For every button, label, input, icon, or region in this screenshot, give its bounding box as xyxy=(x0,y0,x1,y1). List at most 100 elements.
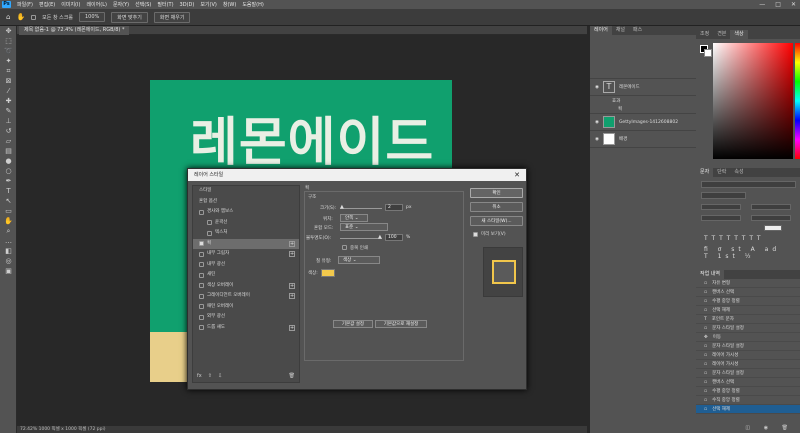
screen-mode-icon[interactable]: ▣ xyxy=(0,266,17,276)
history-item[interactable]: ▫ 문자 스타일 설정 xyxy=(696,369,800,378)
preview-toggle[interactable]: 미리 보기(V) xyxy=(473,231,506,237)
quick-mask-icon[interactable]: ◎ xyxy=(0,256,17,266)
menu-3d[interactable]: 3D(D) xyxy=(177,2,198,8)
crop-tool-icon[interactable]: ⌗ xyxy=(0,66,17,76)
menu-filter[interactable]: 필터(T) xyxy=(154,1,176,8)
hand-icon[interactable]: ✋ xyxy=(0,216,17,226)
hand-tool-icon[interactable]: ✋ xyxy=(16,13,25,21)
opacity-input[interactable]: 100 xyxy=(385,234,403,241)
blur-tool-icon[interactable]: ● xyxy=(0,156,17,166)
style-checkbox-checked[interactable] xyxy=(199,241,204,247)
foreground-color-icon[interactable]: ◧ xyxy=(0,246,17,256)
fit-screen-button[interactable]: 화면 맞추기 xyxy=(111,11,148,23)
blending-options-item[interactable]: 혼합 옵션 xyxy=(193,197,299,208)
hue-slider[interactable] xyxy=(795,43,800,159)
tab-properties[interactable]: 속성 xyxy=(730,168,747,177)
style-texture[interactable]: 텍스처 xyxy=(193,228,299,239)
tab-paragraph[interactable]: 단락 xyxy=(713,168,730,177)
style-outer-glow[interactable]: 외부 광선 xyxy=(193,312,299,323)
dodge-tool-icon[interactable]: ○ xyxy=(0,166,17,176)
kerning-field[interactable] xyxy=(701,215,741,221)
fill-type-dropdown[interactable]: 색상 ⌄ xyxy=(338,256,380,264)
add-style-icon[interactable]: + xyxy=(289,251,295,258)
eyedropper-icon[interactable]: ⁄ xyxy=(0,86,17,96)
tab-adjustments[interactable]: 조정 xyxy=(696,30,713,39)
move-tool-icon[interactable]: ✥ xyxy=(0,26,17,36)
magic-wand-icon[interactable]: ✦ xyxy=(0,56,17,66)
menu-window[interactable]: 창(W) xyxy=(220,1,239,8)
gradient-tool-icon[interactable]: ▤ xyxy=(0,146,17,156)
minimize-icon[interactable]: — xyxy=(759,0,765,9)
color-picker-field[interactable] xyxy=(713,43,793,159)
menu-type[interactable]: 문자(Y) xyxy=(110,1,132,8)
style-pattern-overlay[interactable]: 패턴 오버레이 xyxy=(193,302,299,313)
history-item-current[interactable]: ▫ 선택 해제 xyxy=(696,405,800,414)
preview-checkbox[interactable] xyxy=(473,231,478,237)
stamp-tool-icon[interactable]: ⊥ xyxy=(0,116,17,126)
tab-color[interactable]: 색상 xyxy=(730,30,748,39)
type-tool-icon[interactable]: T xyxy=(0,186,17,196)
font-size-field[interactable] xyxy=(701,204,741,210)
healing-brush-icon[interactable]: ✚ xyxy=(0,96,17,106)
position-dropdown[interactable]: 안쪽 ⌄ xyxy=(340,214,368,222)
style-checkbox[interactable] xyxy=(199,293,204,299)
cancel-button[interactable]: 취소 xyxy=(470,202,523,212)
menu-layer[interactable]: 레이어(L) xyxy=(83,1,110,8)
style-inner-shadow[interactable]: 내부 그림자 + xyxy=(193,249,299,260)
style-inner-glow[interactable]: 내부 광선 xyxy=(193,260,299,271)
menu-view[interactable]: 보기(V) xyxy=(197,1,220,8)
close-icon[interactable]: ✕ xyxy=(791,0,796,9)
style-contour[interactable]: 윤곽선 xyxy=(193,218,299,229)
tab-character[interactable]: 문자 xyxy=(696,168,714,177)
history-item[interactable]: ▫ 캔버스 선택 xyxy=(696,378,800,387)
menu-file[interactable]: 파일(F) xyxy=(14,1,36,8)
dialog-close-icon[interactable]: ✕ xyxy=(514,169,520,181)
style-checkbox[interactable] xyxy=(199,325,204,331)
history-item[interactable]: ▫ 레이어 가시성 xyxy=(696,360,800,369)
add-style-icon[interactable]: + xyxy=(289,282,295,289)
move-up-icon[interactable]: ⇧ xyxy=(208,373,212,379)
add-style-icon[interactable]: + xyxy=(289,293,295,300)
add-style-icon[interactable]: + xyxy=(289,240,295,247)
lasso-tool-icon[interactable]: ➰ xyxy=(0,46,17,56)
text-color-swatch[interactable] xyxy=(764,225,782,231)
style-drop-shadow[interactable]: 드롭 섀도 + xyxy=(193,323,299,334)
scroll-all-checkbox[interactable] xyxy=(31,14,37,20)
menu-select[interactable]: 선택(S) xyxy=(132,1,154,8)
history-item[interactable]: ▫ 수평 중앙 정렬 xyxy=(696,387,800,396)
history-item[interactable]: ▫ 수직 중앙 정렬 xyxy=(696,396,800,405)
home-icon[interactable]: ⌂ xyxy=(6,13,10,21)
leading-field[interactable] xyxy=(751,204,791,210)
fx-icon[interactable]: fx xyxy=(197,373,202,379)
zoom-tool-icon[interactable]: ⌕ xyxy=(0,226,17,236)
reset-default-button[interactable]: 기본값으로 재설정 xyxy=(375,320,427,328)
menu-help[interactable]: 도움말(H) xyxy=(239,1,266,8)
opacity-slider[interactable] xyxy=(340,238,382,239)
more-tools-icon[interactable]: … xyxy=(0,236,17,246)
style-checkbox[interactable] xyxy=(207,220,212,226)
make-default-button[interactable]: 기본값 설정 xyxy=(333,320,373,328)
eraser-icon[interactable]: ▱ xyxy=(0,136,17,146)
style-checkbox[interactable] xyxy=(199,314,204,320)
style-satin[interactable]: 새틴 xyxy=(193,270,299,281)
size-slider-thumb-icon[interactable]: ▲ xyxy=(340,204,344,210)
add-style-icon[interactable]: + xyxy=(289,324,295,331)
history-item[interactable]: ▫ 캔버스 선택 xyxy=(696,288,800,297)
zoom-100-button[interactable]: 100% xyxy=(78,12,106,22)
history-item[interactable]: ▫ 문자 스타일 설정 xyxy=(696,342,800,351)
fill-screen-button[interactable]: 화면 채우기 xyxy=(153,11,191,23)
frame-tool-icon[interactable]: ⊠ xyxy=(0,76,17,86)
pen-tool-icon[interactable]: ✒ xyxy=(0,176,17,186)
style-checkbox[interactable] xyxy=(199,251,204,257)
eye-icon[interactable]: ◉ xyxy=(595,85,599,90)
style-checkbox[interactable] xyxy=(199,272,204,278)
opentype-buttons[interactable]: ﬁ ơ st A ad T 1st ½ xyxy=(704,246,792,260)
stroke-color-swatch[interactable] xyxy=(321,269,335,277)
size-input[interactable]: 2 xyxy=(385,204,403,211)
style-color-overlay[interactable]: 색상 오버레이 + xyxy=(193,281,299,292)
maximize-icon[interactable]: □ xyxy=(775,0,781,9)
history-item[interactable]: ▫ 레이어 가시성 xyxy=(696,351,800,360)
tab-swatches[interactable]: 견본 xyxy=(713,30,730,39)
history-brush-icon[interactable]: ↺ xyxy=(0,126,17,136)
history-item[interactable]: ▫ 자유 변형 xyxy=(696,279,800,288)
